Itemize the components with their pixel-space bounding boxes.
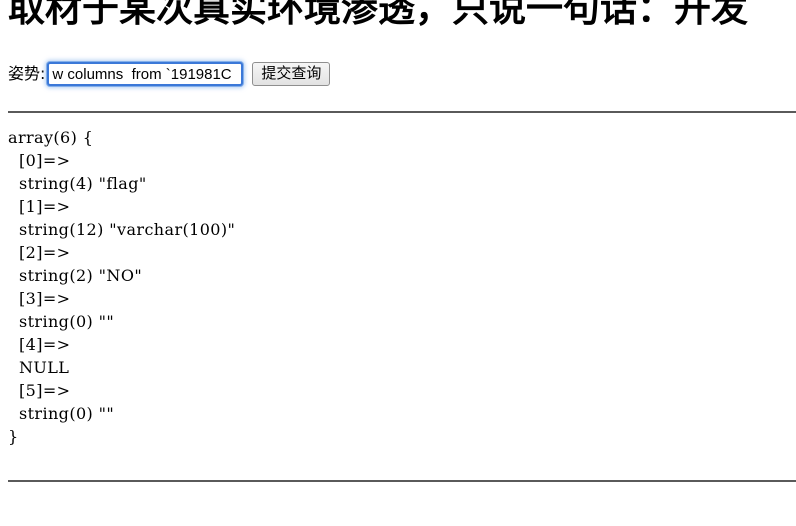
page-root: 取材于某次真实环境渗透，只说一句话：开发 姿势: 提交查询 array(6) {… <box>0 0 796 482</box>
var-dump-output: array(6) { [0]=> string(4) "flag" [1]=> … <box>8 128 236 446</box>
divider-top <box>8 111 796 113</box>
query-form: 姿势: 提交查询 <box>8 62 331 86</box>
query-label: 姿势: <box>8 64 46 83</box>
submit-query-button[interactable]: 提交查询 <box>252 62 331 86</box>
divider-bottom <box>8 480 796 482</box>
query-input[interactable] <box>47 62 244 86</box>
page-title: 取材于某次真实环境渗透，只说一句话：开发 <box>8 0 748 30</box>
